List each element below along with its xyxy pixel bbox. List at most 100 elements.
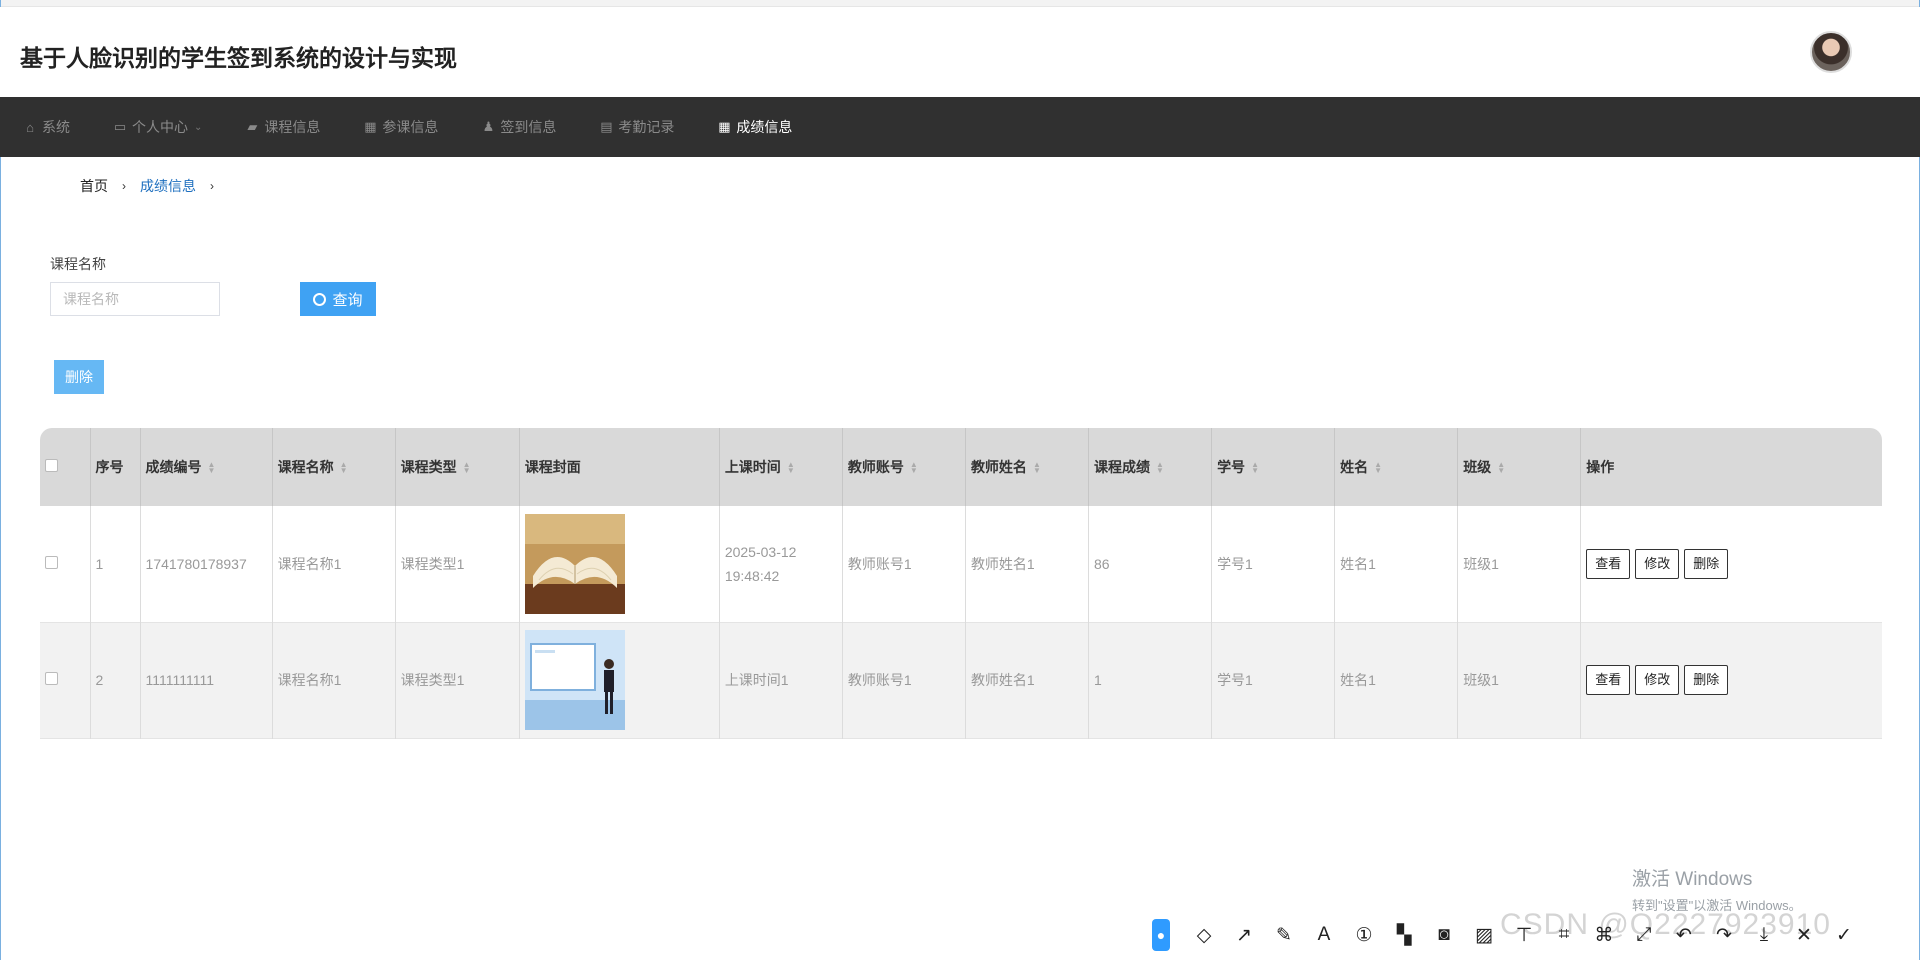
nav-item-attendance-course[interactable]: ▦ 参课信息 bbox=[362, 97, 438, 157]
nav-item-personal-center[interactable]: ▭ 个人中心 ⌄ bbox=[112, 97, 203, 157]
watermark-line1: 激活 Windows bbox=[1632, 869, 1753, 890]
table-header-row: 序号 成绩编号 ▲ ▼ 课程名称 ▲ ▼ 课程类型 ▲ ▼ 课程封面 上课时间 ▲ ▼ 教师账号… bbox=[40, 428, 1882, 506]
column-header: 课程封面 bbox=[519, 428, 720, 506]
cell-class-time: 2025-03-12 19:48:42 bbox=[719, 506, 843, 622]
column-header: 序号 bbox=[90, 428, 141, 506]
briefcase-icon: ▰ bbox=[247, 119, 258, 134]
redo-icon[interactable]: ↷ bbox=[1708, 919, 1740, 951]
edit-button[interactable]: 修改 bbox=[1635, 665, 1680, 695]
sort-icon[interactable]: ▲ ▼ bbox=[463, 461, 471, 475]
avatar[interactable] bbox=[1810, 31, 1852, 73]
arrow-icon[interactable]: ↗ bbox=[1228, 919, 1260, 951]
sort-icon[interactable]: ▲ ▼ bbox=[1033, 461, 1041, 475]
query-button[interactable]: 查询 bbox=[300, 282, 376, 316]
pin-top-icon[interactable]: ⊤ bbox=[1508, 919, 1540, 951]
column-header[interactable]: 班级 ▲ ▼ bbox=[1457, 428, 1582, 506]
sort-icon[interactable]: ▲ ▼ bbox=[787, 461, 795, 475]
sort-icon[interactable]: ▲ ▼ bbox=[1251, 461, 1259, 475]
delete-button[interactable]: 删除 bbox=[1684, 665, 1729, 695]
cell-index: 2 bbox=[90, 622, 141, 738]
cell-course-type: 课程类型1 bbox=[395, 506, 520, 622]
nav-item-course-info[interactable]: ▰ 课程信息 bbox=[244, 97, 320, 157]
row-checkbox[interactable] bbox=[45, 672, 58, 685]
column-header: 操作 bbox=[1581, 428, 1882, 506]
column-header[interactable]: 课程类型 ▲ ▼ bbox=[395, 428, 520, 506]
sort-icon[interactable]: ▲ ▼ bbox=[1374, 461, 1382, 475]
view-button[interactable]: 查看 bbox=[1586, 548, 1631, 579]
number-icon[interactable]: ① bbox=[1348, 919, 1380, 951]
cell-student-no: 学号1 bbox=[1211, 506, 1336, 622]
presenter-cover-image[interactable] bbox=[524, 630, 625, 730]
column-header[interactable]: 学号 ▲ ▼ bbox=[1211, 428, 1336, 506]
sort-icon[interactable]: ▲ ▼ bbox=[1156, 461, 1164, 475]
expand-icon[interactable]: ⤢ bbox=[1628, 919, 1660, 951]
text-icon[interactable]: A bbox=[1308, 919, 1340, 951]
column-header[interactable]: 教师账号 ▲ ▼ bbox=[842, 428, 966, 506]
cell-score-code: 1741780178937 bbox=[140, 506, 273, 622]
close-icon[interactable]: ✕ bbox=[1788, 919, 1820, 951]
check-icon[interactable]: ✓ bbox=[1828, 919, 1860, 951]
sort-icon[interactable]: ▲ ▼ bbox=[1497, 461, 1505, 475]
crop-icon[interactable]: ⌗ bbox=[1548, 919, 1580, 951]
cell-course-name: 课程名称1 bbox=[272, 506, 396, 622]
cell-name: 姓名1 bbox=[1334, 506, 1459, 622]
windows-activation-watermark: 激活 Windows 转到"设置"以激活 Windows。 bbox=[1632, 864, 1802, 914]
top-strip bbox=[0, 0, 1920, 7]
pin-icon[interactable]: ● bbox=[1152, 919, 1170, 951]
home-icon: ⌂ bbox=[26, 119, 34, 135]
column-header-label: 操作 bbox=[1586, 459, 1615, 475]
column-header-label: 姓名 bbox=[1340, 459, 1369, 475]
page: 基于人脸识别的学生签到系统的设计与实现 ⌂ 系统 ▭ 个人中心 ⌄ ▰ 课程信息… bbox=[0, 0, 1920, 960]
column-header-label: 教师姓名 bbox=[970, 459, 1027, 475]
hatch-icon[interactable]: ▨ bbox=[1468, 919, 1500, 951]
column-header[interactable]: 上课时间 ▲ ▼ bbox=[719, 428, 843, 506]
course-name-search-input[interactable] bbox=[50, 282, 220, 316]
pen-icon[interactable]: ✎ bbox=[1268, 919, 1300, 951]
column-header[interactable]: 姓名 ▲ ▼ bbox=[1334, 428, 1459, 506]
nav-item-attendance-record[interactable]: ▤ 考勤记录 bbox=[598, 97, 674, 157]
select-all-checkbox[interactable] bbox=[45, 459, 58, 472]
cell-cover bbox=[519, 506, 720, 622]
column-header-label: 序号 bbox=[95, 459, 124, 475]
cell-class: 班级1 bbox=[1457, 622, 1582, 738]
cell-teacher-account: 教师账号1 bbox=[842, 622, 966, 738]
cell-name: 姓名1 bbox=[1334, 622, 1459, 738]
cell-course-score: 1 bbox=[1088, 622, 1213, 738]
book-cover-image[interactable] bbox=[524, 513, 625, 614]
nav-item-checkin-info[interactable]: ♟ 签到信息 bbox=[480, 97, 557, 157]
column-header[interactable]: 成绩编号 ▲ ▼ bbox=[140, 428, 273, 506]
cell-student-no: 学号1 bbox=[1211, 622, 1336, 738]
header-select-all[interactable] bbox=[40, 428, 91, 506]
undo-icon[interactable]: ↶ bbox=[1668, 919, 1700, 951]
row-select-cell[interactable] bbox=[40, 506, 91, 622]
nav-label: 课程信息 bbox=[264, 119, 321, 135]
view-button[interactable]: 查看 bbox=[1586, 665, 1631, 695]
shape-icon[interactable]: ◇ bbox=[1188, 919, 1220, 951]
column-header[interactable]: 课程名称 ▲ ▼ bbox=[272, 428, 396, 506]
nav-label: 参课信息 bbox=[382, 119, 439, 135]
breadcrumb-current[interactable]: 成绩信息 bbox=[140, 176, 196, 196]
user-card-icon: ▭ bbox=[113, 119, 127, 134]
nav-item-system[interactable]: ⌂ 系统 bbox=[22, 97, 70, 157]
delete-button[interactable]: 删除 bbox=[1684, 548, 1729, 579]
sort-icon[interactable]: ▲ ▼ bbox=[910, 461, 918, 475]
breadcrumb-home[interactable]: 首页 bbox=[80, 176, 108, 196]
edit-button[interactable]: 修改 bbox=[1635, 548, 1680, 579]
download-icon[interactable]: ⤓ bbox=[1748, 919, 1780, 951]
screenshot-toolbar: ● ◇ ↗ ✎ A ① ▚ ◙ ▨ ⊤ ⌗ ⌘ ⤢ ↶ ↷ ⤓ ✕ ✓ bbox=[1152, 914, 1920, 956]
column-header[interactable]: 课程成绩 ▲ ▼ bbox=[1088, 428, 1213, 506]
cell-course-score: 86 bbox=[1088, 506, 1213, 622]
nav-label: 考勤记录 bbox=[618, 119, 675, 135]
row-select-cell[interactable] bbox=[40, 622, 91, 738]
column-header-label: 教师账号 bbox=[847, 459, 904, 475]
column-header[interactable]: 教师姓名 ▲ ▼ bbox=[965, 428, 1090, 506]
batch-delete-button[interactable]: 删除 bbox=[54, 360, 104, 394]
cell-teacher-account: 教师账号1 bbox=[842, 506, 966, 622]
blur-icon[interactable]: ◙ bbox=[1428, 919, 1460, 951]
nav-item-score-info[interactable]: ▦ 成绩信息 bbox=[716, 97, 792, 157]
translate-icon[interactable]: ⌘ bbox=[1588, 919, 1620, 951]
sort-icon[interactable]: ▲ ▼ bbox=[208, 461, 216, 475]
row-checkbox[interactable] bbox=[45, 555, 58, 569]
mosaic-icon[interactable]: ▚ bbox=[1388, 919, 1420, 951]
sort-icon[interactable]: ▲ ▼ bbox=[340, 461, 348, 475]
